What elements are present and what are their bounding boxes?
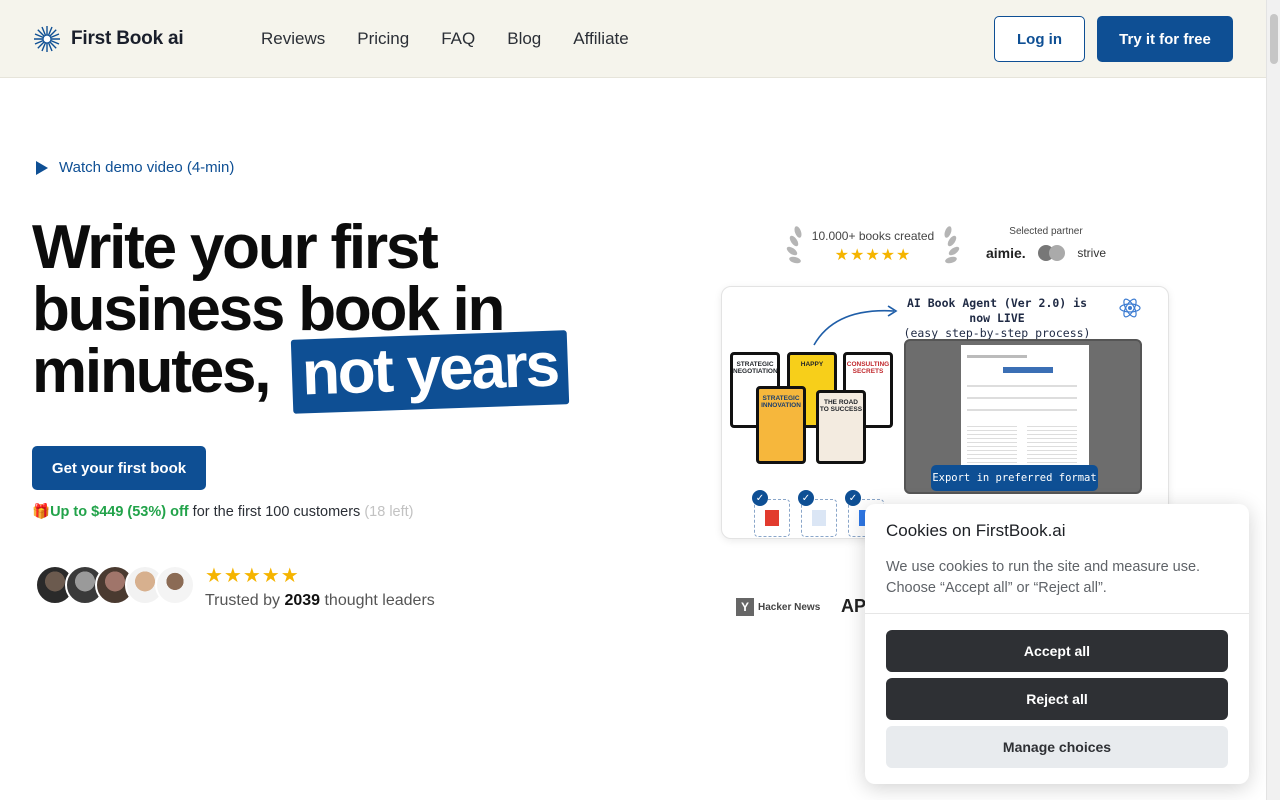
divider xyxy=(865,613,1249,614)
book-cover: THE ROAD TO SUCCESS xyxy=(816,390,866,464)
nav-pricing[interactable]: Pricing xyxy=(357,29,409,49)
arrow-icon xyxy=(813,305,898,346)
manage-choices-button[interactable]: Manage choices xyxy=(886,726,1228,768)
logo-text: First Book ai xyxy=(71,28,184,49)
cookie-consent-dialog: Cookies on FirstBook.ai We use cookies t… xyxy=(865,504,1249,784)
cookie-body: We use cookies to run the site and measu… xyxy=(886,559,1201,596)
trust-text: Trusted by 2039 thought leaders xyxy=(205,592,435,609)
nav-affiliate[interactable]: Affiliate xyxy=(573,29,628,49)
card-title: AI Book Agent (Ver 2.0) is now LIVE (eas… xyxy=(897,296,1097,341)
check-icon: ✓ xyxy=(752,490,768,506)
badge-stars-icon: ★★★★★ xyxy=(834,247,912,264)
nav-faq[interactable]: FAQ xyxy=(441,29,475,49)
y-combinator-icon: Y xyxy=(736,598,754,616)
trust-count: 2039 xyxy=(284,592,321,609)
books-created-badge: 10.000+ books created ★★★★★ xyxy=(782,224,964,270)
partner-aimie-logo: aimie. xyxy=(986,245,1026,261)
nav-reviews[interactable]: Reviews xyxy=(261,29,325,49)
customer-avatars xyxy=(35,565,195,605)
partner-mastercard-logo xyxy=(1037,245,1066,261)
hero-headline: Write your first business book in minute… xyxy=(32,213,632,414)
page-scrollbar[interactable] xyxy=(1266,0,1280,800)
offer-text: 🎁Up to $449 (53%) off for the first 100 … xyxy=(32,503,414,520)
offer-discount: Up to $449 (53%) off xyxy=(50,504,189,520)
offer-remaining: (18 left) xyxy=(364,504,414,520)
headline-line-1: Write your first xyxy=(32,213,439,282)
trust-block: ★★★★★ Trusted by 2039 thought leaders xyxy=(205,563,435,610)
hacker-news-logo: Y Hacker News xyxy=(736,598,820,616)
laurel-right-icon xyxy=(944,226,960,264)
logo[interactable]: First Book ai xyxy=(33,25,184,53)
partner-strive-logo: strive xyxy=(1077,246,1106,260)
headline-highlight: not years xyxy=(290,330,570,414)
accept-all-button[interactable]: Accept all xyxy=(886,630,1228,672)
nav-blog[interactable]: Blog xyxy=(507,29,541,49)
scrollbar-thumb[interactable] xyxy=(1270,14,1278,64)
offer-description: for the first 100 customers xyxy=(188,504,365,520)
avatar xyxy=(155,565,195,605)
product-demo-card[interactable]: AI Book Agent (Ver 2.0) is now LIVE (eas… xyxy=(721,286,1169,539)
cookie-title: Cookies on FirstBook.ai xyxy=(886,521,1066,540)
press-logo: AP xyxy=(841,596,867,616)
watch-demo-link[interactable]: Watch demo video (4-min) xyxy=(36,159,234,176)
reject-all-button[interactable]: Reject all xyxy=(886,678,1228,720)
logo-burst-icon xyxy=(34,26,60,52)
selected-partner: Selected partner aimie. strive xyxy=(986,226,1106,261)
book-cover: STRATEGIC INNOVATION xyxy=(756,386,806,464)
try-free-button[interactable]: Try it for free xyxy=(1097,16,1233,62)
check-icon: ✓ xyxy=(845,490,861,506)
ai-atom-icon xyxy=(1119,298,1141,318)
site-header: First Book ai Reviews Pricing FAQ Blog A… xyxy=(0,0,1266,78)
demo-link-label: Watch demo video (4-min) xyxy=(59,159,235,176)
login-button[interactable]: Log in xyxy=(994,16,1085,62)
play-icon xyxy=(36,160,48,175)
books-created-text: 10.000+ books created xyxy=(811,229,935,243)
rating-stars-icon: ★★★★★ xyxy=(205,565,300,587)
partner-label: Selected partner xyxy=(1009,226,1083,237)
check-icon: ✓ xyxy=(798,490,814,506)
document-preview xyxy=(961,345,1089,483)
main-nav: Reviews Pricing FAQ Blog Affiliate xyxy=(261,29,629,49)
gift-icon: 🎁 xyxy=(32,504,51,520)
export-format-button: Export in preferred format xyxy=(931,465,1098,491)
get-first-book-button[interactable]: Get your first book xyxy=(32,446,206,490)
